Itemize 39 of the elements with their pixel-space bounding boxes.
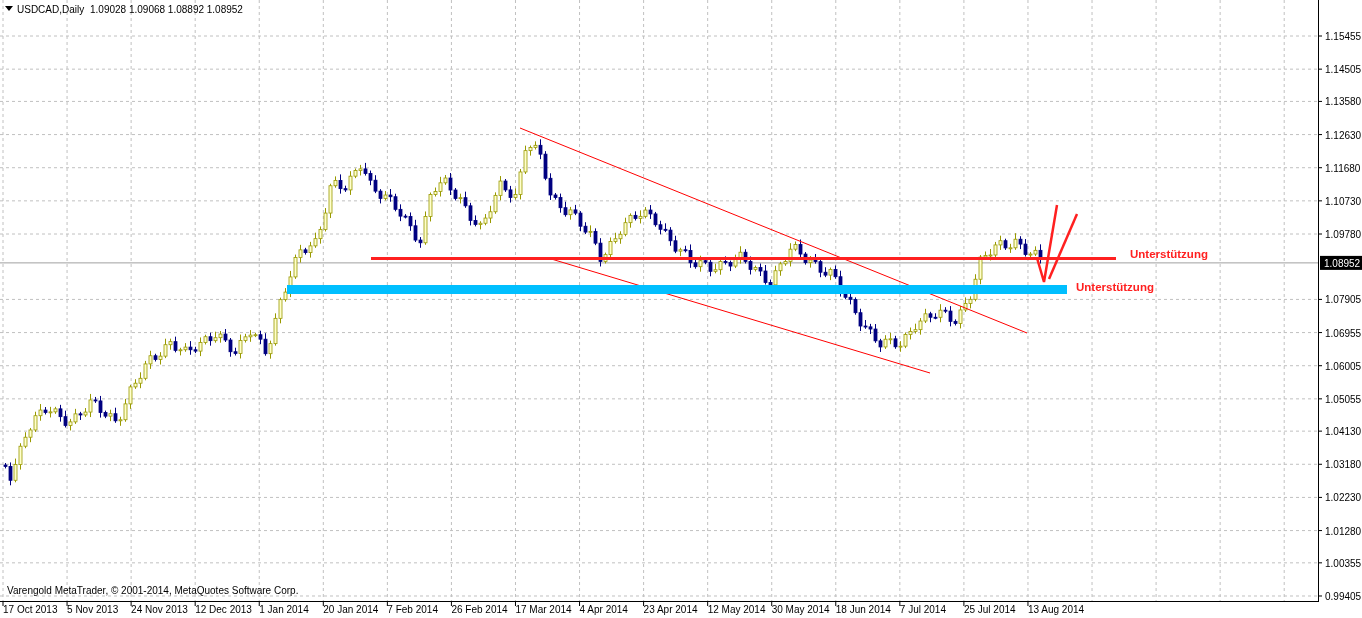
date-label: 20 Jan 2014: [323, 604, 379, 615]
date-label: 30 May 2014: [771, 604, 830, 615]
price-label: 1.10730: [1325, 195, 1362, 207]
date-label: 12 May 2014: [707, 604, 766, 615]
copyright-text: Varengold MetaTrader, © 2001-2014, MetaQuotes Software Corp.: [7, 585, 299, 596]
date-label: 1 Jan 2014: [259, 604, 309, 615]
price-label: 1.11680: [1325, 162, 1361, 174]
date-label: 4 Apr 2014: [579, 604, 628, 615]
price-label: 1.06955: [1325, 327, 1362, 339]
symbol-label: USDCAD,Daily: [17, 4, 85, 15]
price-label: 1.00355: [1325, 557, 1362, 569]
price-label: 1.02230: [1325, 492, 1362, 504]
price-label: 1.01280: [1325, 525, 1362, 537]
date-label: 26 Feb 2014: [451, 604, 508, 615]
date-label: 7 Feb 2014: [387, 604, 438, 615]
price-label: 1.13580: [1325, 96, 1362, 108]
ohlc-values: 1.09028 1.09068 1.08892 1.08952: [90, 4, 243, 15]
support-label: Unterstützung: [1076, 281, 1154, 293]
price-label: 1.03180: [1325, 459, 1362, 471]
price-label: 1.06005: [1325, 360, 1362, 372]
price-label: 1.14505: [1325, 64, 1362, 76]
date-label: 7 Jul 2014: [899, 604, 946, 615]
price-label: 1.04130: [1325, 426, 1362, 438]
price-label: 0.99405: [1325, 591, 1362, 602]
date-label: 23 Apr 2014: [643, 604, 698, 615]
date-label: 12 Dec 2013: [195, 604, 252, 615]
price-label: 1.09780: [1325, 229, 1362, 240]
date-label: 25 Jul 2014: [963, 604, 1016, 615]
date-label: 18 Jun 2014: [835, 604, 891, 615]
price-label: 1.12630: [1325, 129, 1362, 141]
date-label: 5 Nov 2013: [67, 604, 119, 615]
price-label: 1.07905: [1325, 294, 1362, 306]
price-label: 1.05055: [1325, 393, 1362, 405]
price-label: 1.15455: [1325, 31, 1362, 42]
date-label: 17 Oct 2013: [3, 604, 58, 615]
date-label: 17 Mar 2014: [515, 604, 572, 615]
support-label: Unterstützung: [1130, 248, 1208, 260]
date-label: 13 Aug 2014: [1027, 604, 1085, 615]
date-label: 24 Nov 2013: [131, 604, 188, 615]
